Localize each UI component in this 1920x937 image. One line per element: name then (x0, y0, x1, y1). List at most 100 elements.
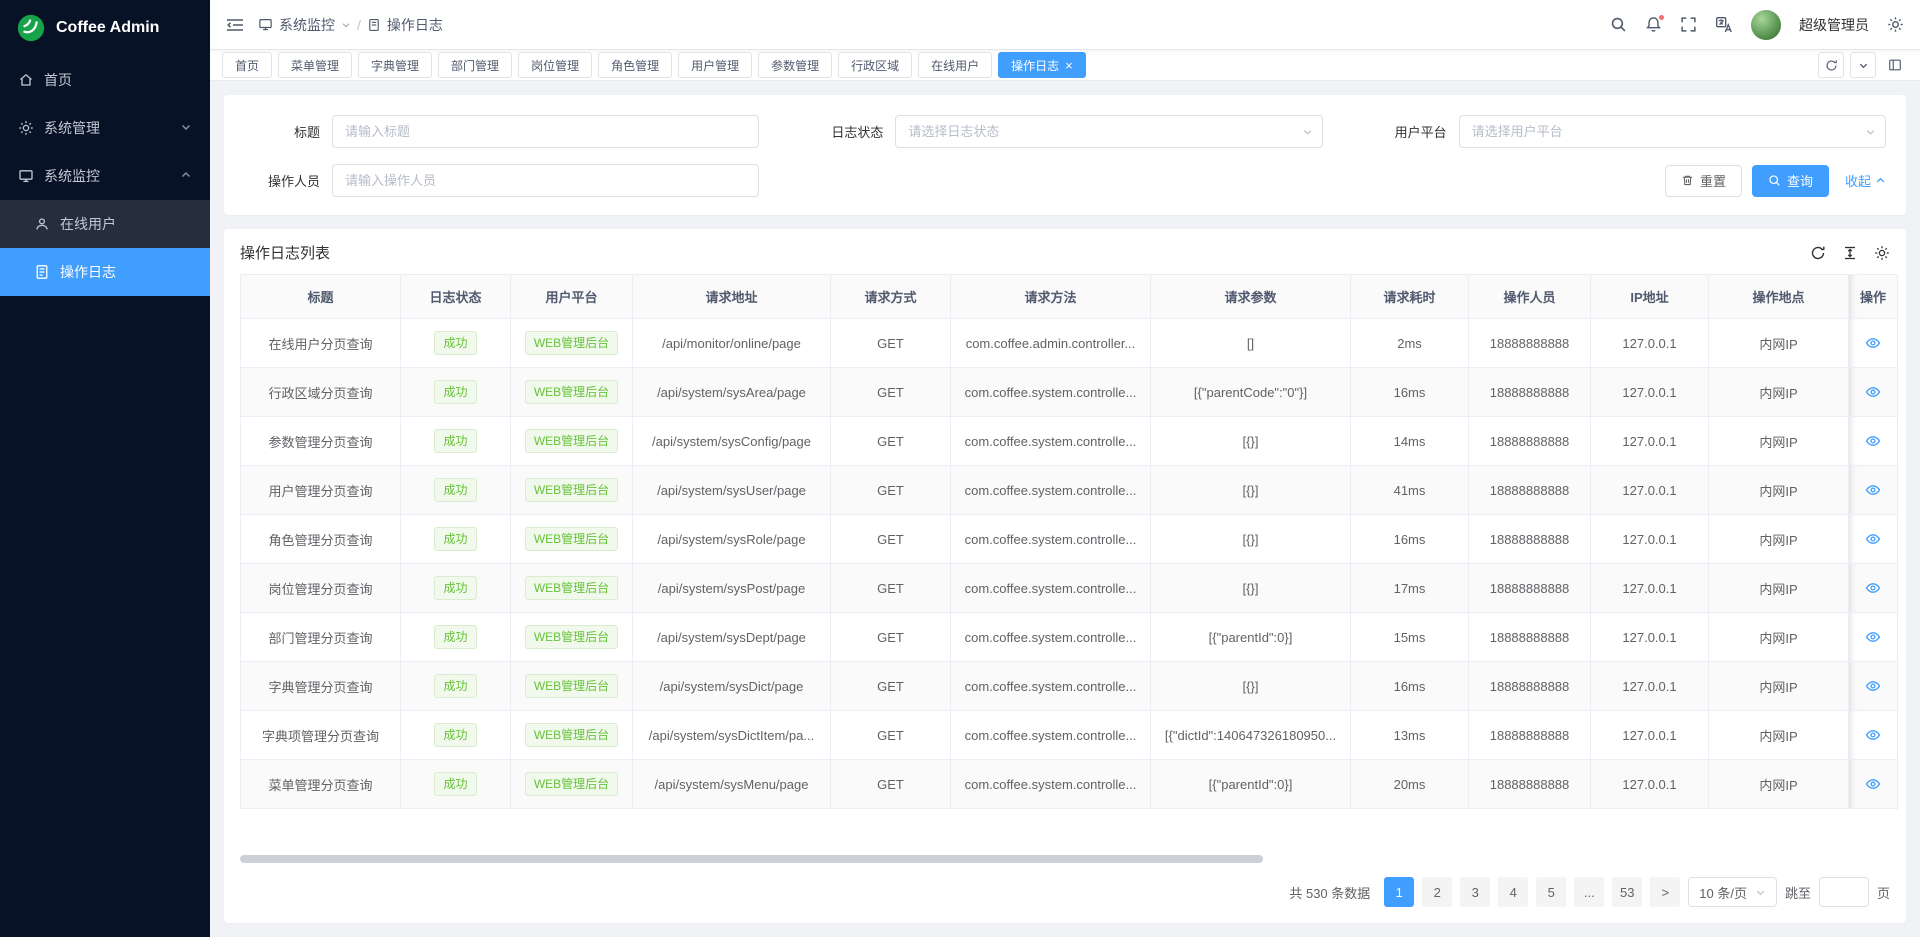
column-header[interactable]: 用户平台 (511, 275, 633, 319)
tab[interactable]: 在线用户 (918, 52, 992, 78)
sidebar-collapse-icon[interactable] (226, 17, 244, 33)
topbar: 系统监控 / 操作日志 超级管理员 (210, 0, 1920, 49)
cell-handler: com.coffee.admin.controller... (951, 319, 1151, 368)
tab[interactable]: 菜单管理 (278, 52, 352, 78)
column-header[interactable]: 标题 (241, 275, 401, 319)
view-detail-eye-icon[interactable] (1865, 384, 1881, 400)
page-size-select[interactable]: 10 条/页 (1688, 877, 1777, 907)
tab[interactable]: 用户管理 (678, 52, 752, 78)
sidebar: Coffee Admin 首页 系统管理 系统监控 在线用户 (0, 0, 210, 937)
tab[interactable]: 首页 (222, 52, 272, 78)
column-header[interactable]: 请求地址 (633, 275, 831, 319)
view-detail-eye-icon[interactable] (1865, 433, 1881, 449)
notification-badge (1658, 14, 1665, 21)
view-detail-eye-icon[interactable] (1865, 335, 1881, 351)
tab-label: 行政区域 (851, 57, 899, 74)
table-wrap: 标题 日志状态 用户平台 请求地址 请求方式 请求方法 请求参数 请求耗时 操作… (224, 274, 1906, 809)
sidebar-item-system-monitor[interactable]: 系统监控 (0, 152, 210, 200)
view-detail-eye-icon[interactable] (1865, 629, 1881, 645)
cell-action (1849, 613, 1898, 662)
tab[interactable]: 字典管理 (358, 52, 432, 78)
sidebar-subitem-operation-log[interactable]: 操作日志 (0, 248, 210, 296)
column-settings-gear-icon[interactable] (1874, 245, 1890, 261)
filter-field-log-status: 日志状态 (807, 115, 1322, 148)
jump-suffix: 页 (1877, 883, 1890, 902)
fullscreen-icon[interactable] (1680, 16, 1697, 33)
cell-title: 菜单管理分页查询 (241, 760, 401, 809)
page-button[interactable]: 3 (1460, 877, 1490, 907)
page-button[interactable]: 53 (1612, 877, 1642, 907)
content-layout-icon[interactable] (1882, 52, 1908, 78)
notification-bell-icon[interactable] (1645, 16, 1662, 33)
cell-duration: 16ms (1351, 368, 1469, 417)
next-page-button[interactable]: > (1650, 877, 1680, 907)
avatar[interactable] (1751, 10, 1781, 40)
breadcrumb-parent[interactable]: 系统监控 (279, 15, 335, 35)
platform-badge: WEB管理后台 (525, 674, 618, 698)
column-header[interactable]: 请求参数 (1151, 275, 1351, 319)
collapse-filters-link[interactable]: 收起 (1845, 171, 1886, 190)
page-button[interactable]: 1 (1384, 877, 1414, 907)
operator-input[interactable] (332, 164, 759, 197)
sidebar-subitem-online-users[interactable]: 在线用户 (0, 200, 210, 248)
page-ellipsis[interactable]: ... (1574, 877, 1604, 907)
tab[interactable]: 行政区域 (838, 52, 912, 78)
horizontal-scrollbar-thumb[interactable] (240, 855, 1263, 863)
view-detail-eye-icon[interactable] (1865, 727, 1881, 743)
row-density-icon[interactable] (1842, 245, 1858, 261)
column-header-action: 操作 (1849, 275, 1898, 319)
tab[interactable]: 部门管理 (438, 52, 512, 78)
tab[interactable]: 角色管理 (598, 52, 672, 78)
jump-page-input[interactable] (1819, 877, 1869, 907)
sidebar-item-home[interactable]: 首页 (0, 56, 210, 104)
jump-label: 跳至 (1785, 883, 1811, 902)
cell-params: [] (1151, 319, 1351, 368)
refresh-icon[interactable] (1810, 245, 1826, 261)
view-detail-eye-icon[interactable] (1865, 776, 1881, 792)
column-header[interactable]: 操作地点 (1709, 275, 1849, 319)
column-header[interactable]: 请求方法 (951, 275, 1151, 319)
column-header[interactable]: 日志状态 (401, 275, 511, 319)
cell-platform: WEB管理后台 (511, 662, 633, 711)
column-header[interactable]: 请求耗时 (1351, 275, 1469, 319)
cell-handler: com.coffee.system.controlle... (951, 564, 1151, 613)
user-platform-select[interactable] (1459, 115, 1886, 148)
cell-handler: com.coffee.system.controlle... (951, 760, 1151, 809)
column-header[interactable]: IP地址 (1591, 275, 1709, 319)
translate-icon[interactable] (1715, 16, 1733, 34)
reset-button[interactable]: 重置 (1665, 165, 1742, 197)
sidebar-item-label: 首页 (44, 70, 72, 90)
log-status-select[interactable] (895, 115, 1322, 148)
page-button[interactable]: 2 (1422, 877, 1452, 907)
user-name[interactable]: 超级管理员 (1799, 15, 1869, 35)
view-detail-eye-icon[interactable] (1865, 482, 1881, 498)
cell-action (1849, 662, 1898, 711)
tab[interactable]: 岗位管理 (518, 52, 592, 78)
tab-close-icon[interactable]: × (1065, 59, 1073, 72)
cell-params: [{"parentCode":"0"}] (1151, 368, 1351, 417)
cell-operator: 18888888888 (1469, 368, 1591, 417)
search-button[interactable]: 查询 (1752, 165, 1829, 197)
cell-action (1849, 368, 1898, 417)
cell-ip: 127.0.0.1 (1591, 466, 1709, 515)
refresh-icon[interactable] (1818, 52, 1844, 78)
cell-operator: 18888888888 (1469, 564, 1591, 613)
view-detail-eye-icon[interactable] (1865, 580, 1881, 596)
page-button[interactable]: 5 (1536, 877, 1566, 907)
cell-duration: 13ms (1351, 711, 1469, 760)
view-detail-eye-icon[interactable] (1865, 678, 1881, 694)
column-header[interactable]: 请求方式 (831, 275, 951, 319)
tab-label: 岗位管理 (531, 57, 579, 74)
view-detail-eye-icon[interactable] (1865, 531, 1881, 547)
tab[interactable]: 参数管理 (758, 52, 832, 78)
title-input[interactable] (332, 115, 759, 148)
settings-gear-icon[interactable] (1887, 16, 1904, 33)
page-button[interactable]: 4 (1498, 877, 1528, 907)
sidebar-item-system-management[interactable]: 系统管理 (0, 104, 210, 152)
column-header[interactable]: 操作人员 (1469, 275, 1591, 319)
chevron-down-icon[interactable] (1850, 52, 1876, 78)
search-icon[interactable] (1610, 16, 1627, 33)
table-tools (1810, 245, 1890, 261)
tab[interactable]: 操作日志× (998, 52, 1086, 78)
tab-label: 参数管理 (771, 57, 819, 74)
